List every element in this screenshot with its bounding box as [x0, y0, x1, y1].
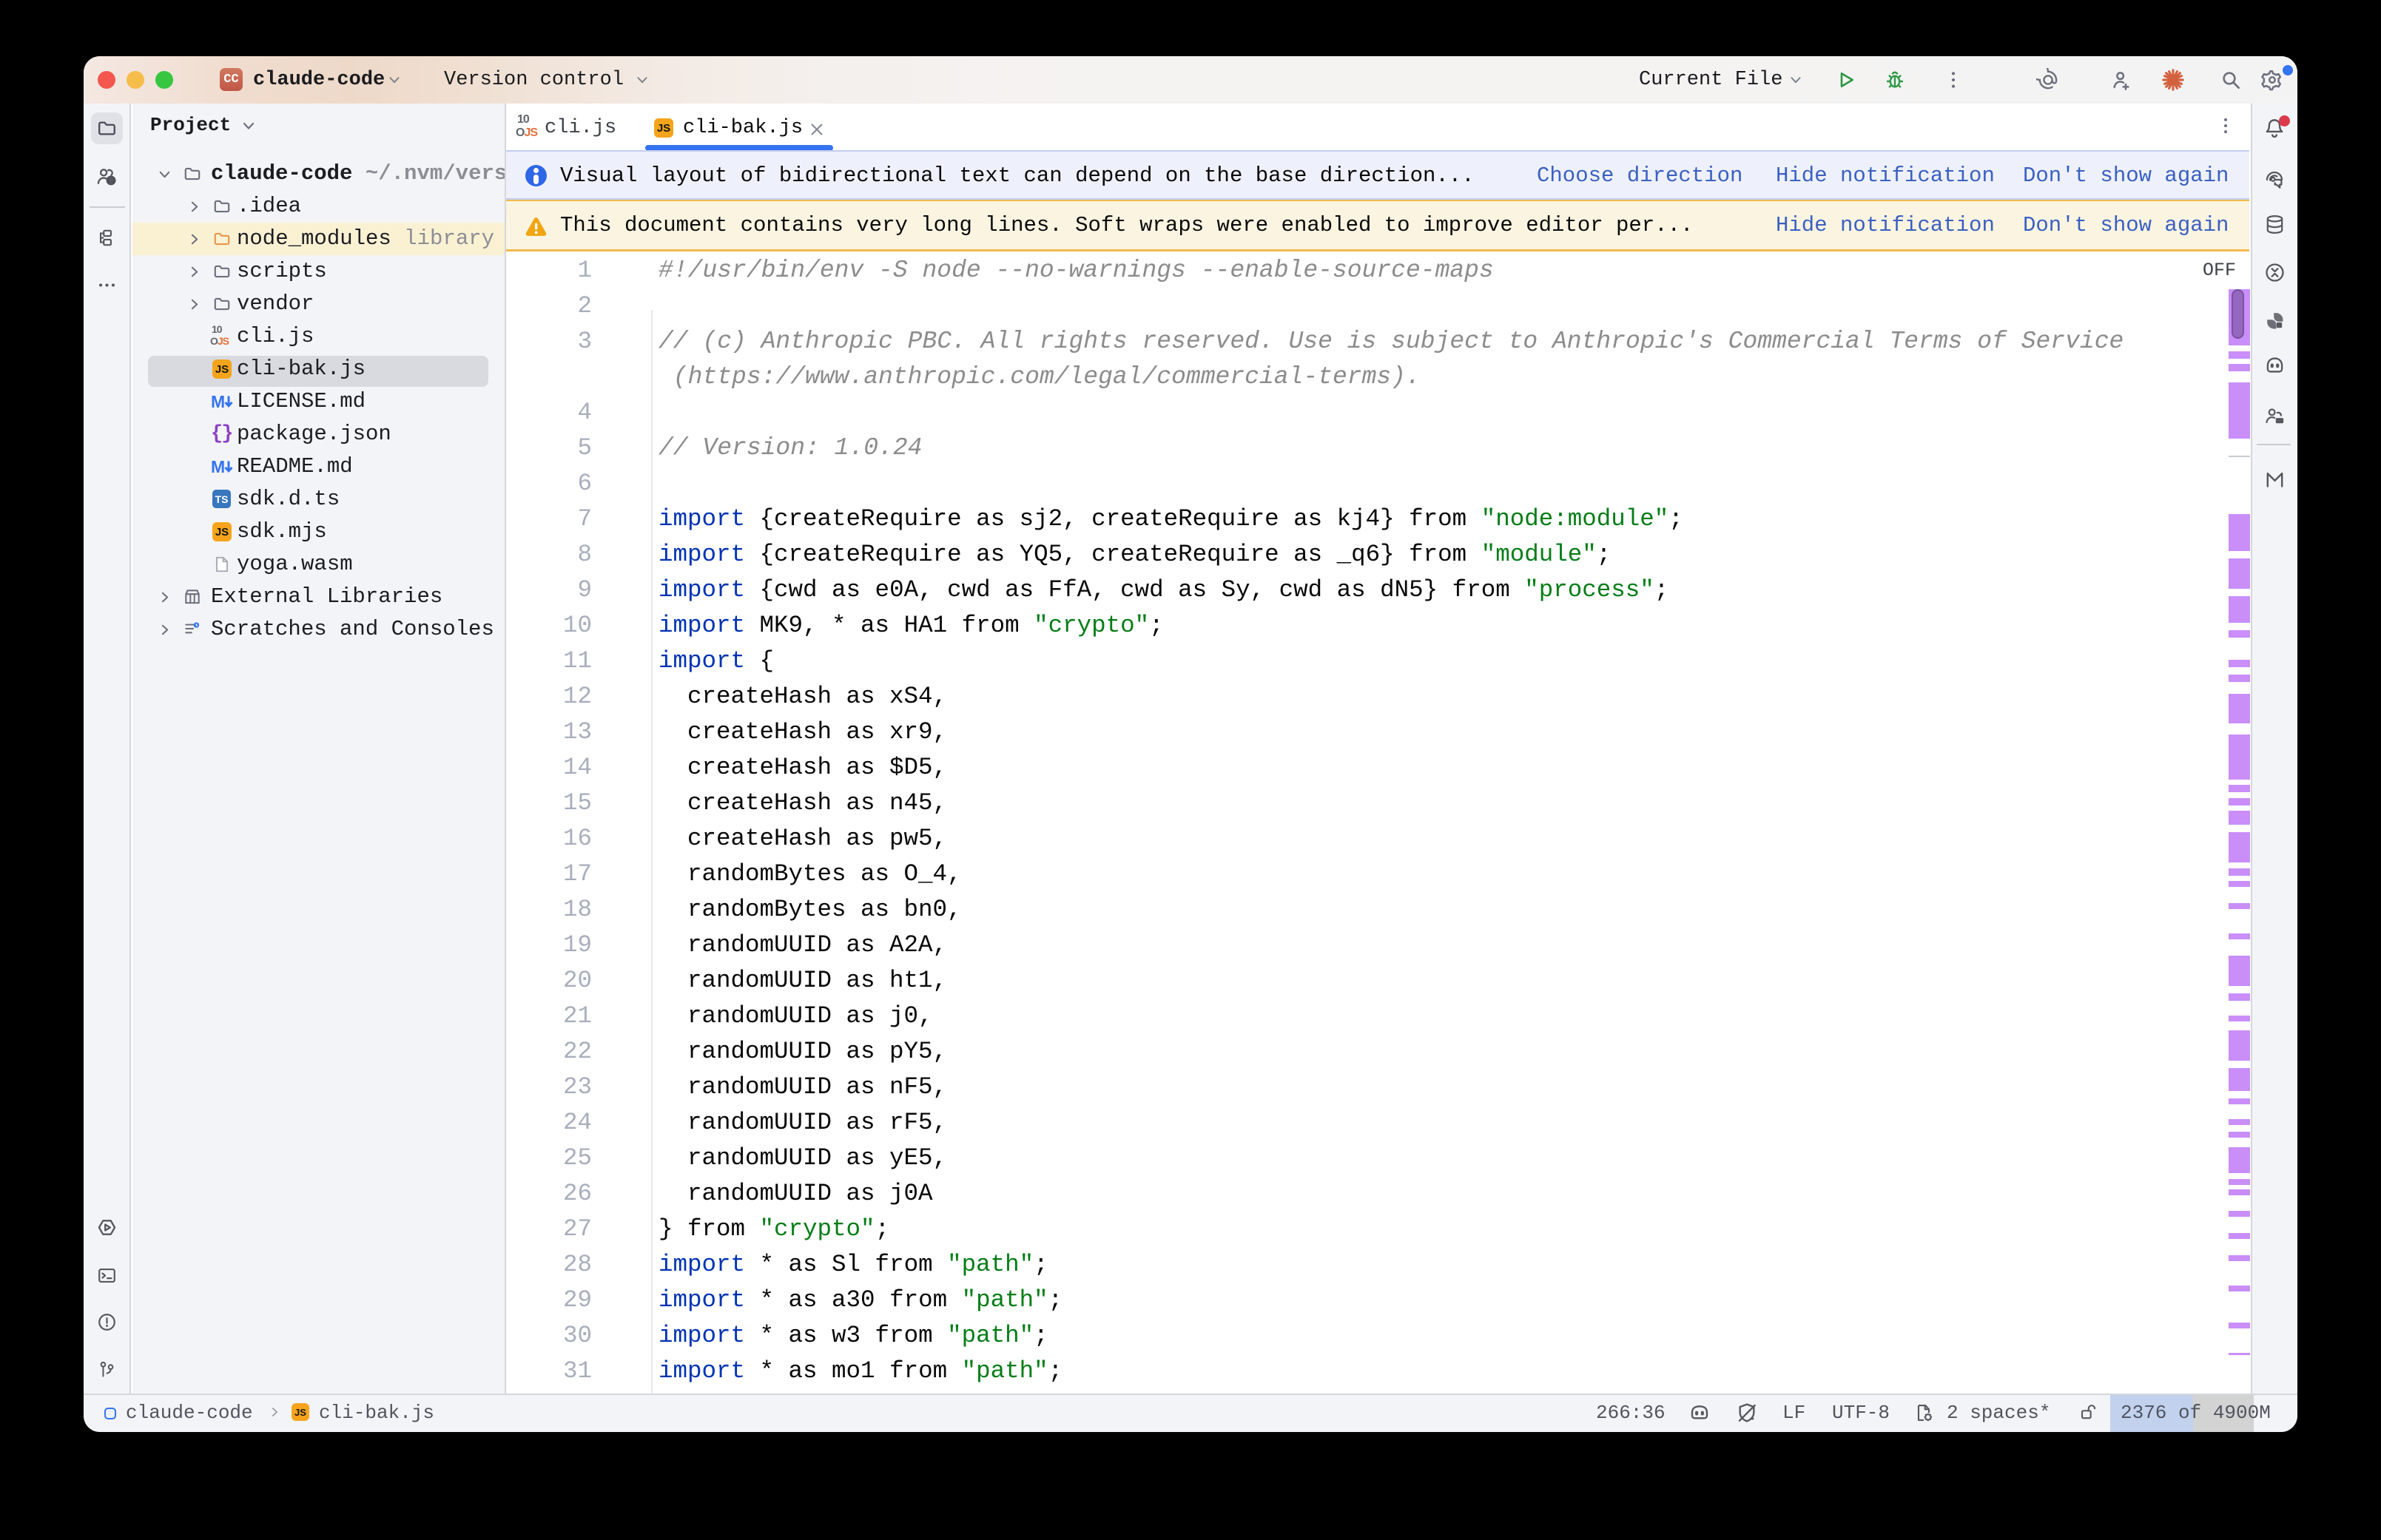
svg-text:?: ?	[109, 177, 114, 186]
